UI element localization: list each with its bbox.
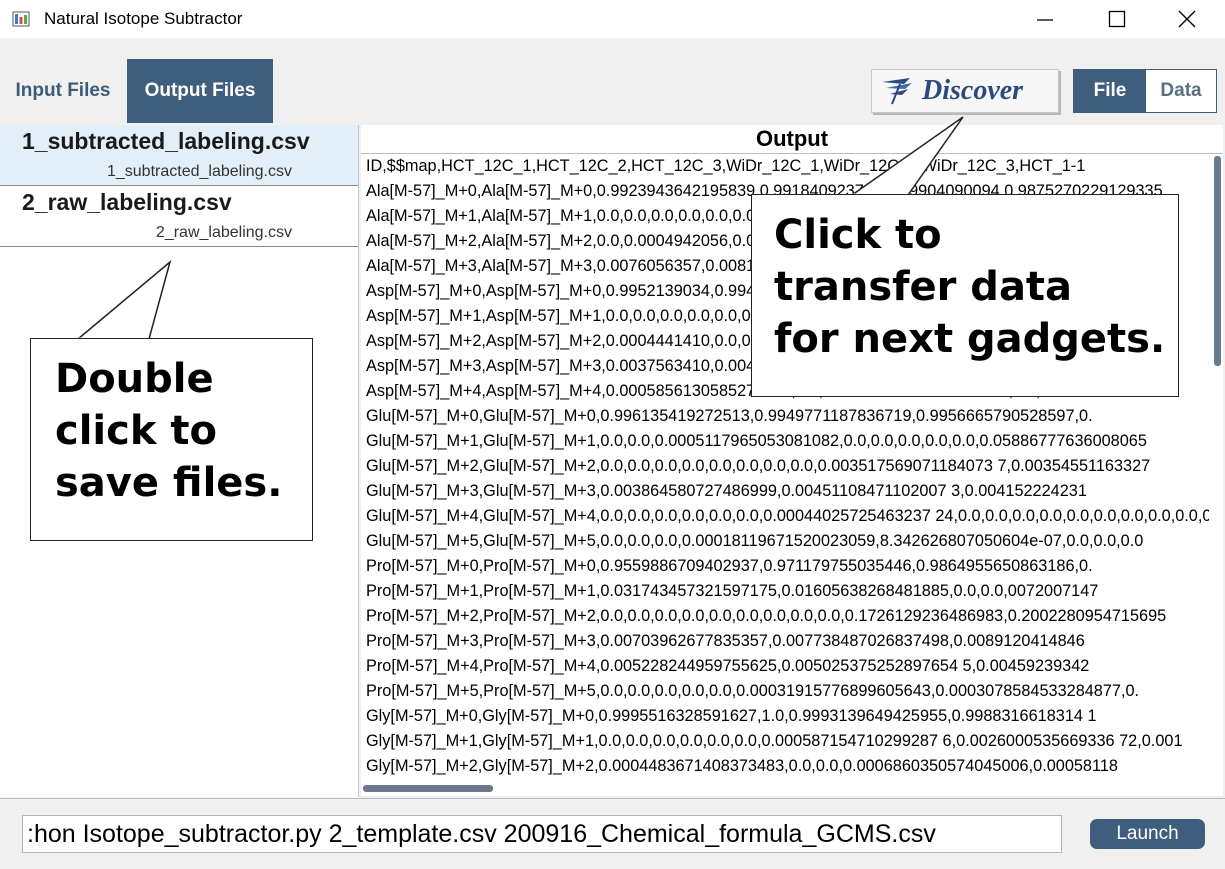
right-callout-tail [849,116,964,196]
callout-line: Double [55,356,214,402]
left-callout-tail [75,259,172,340]
callout-line: transfer data [774,264,1073,310]
callout-line: for next gadgets. [774,316,1166,362]
callout-line: click to [55,408,217,454]
transfer-data-callout: Click to transfer data for next gadgets. [751,194,1179,397]
callout-line: save files. [55,460,283,506]
save-files-callout: Double click to save files. [30,338,313,541]
callout-line: Click to [774,212,942,258]
